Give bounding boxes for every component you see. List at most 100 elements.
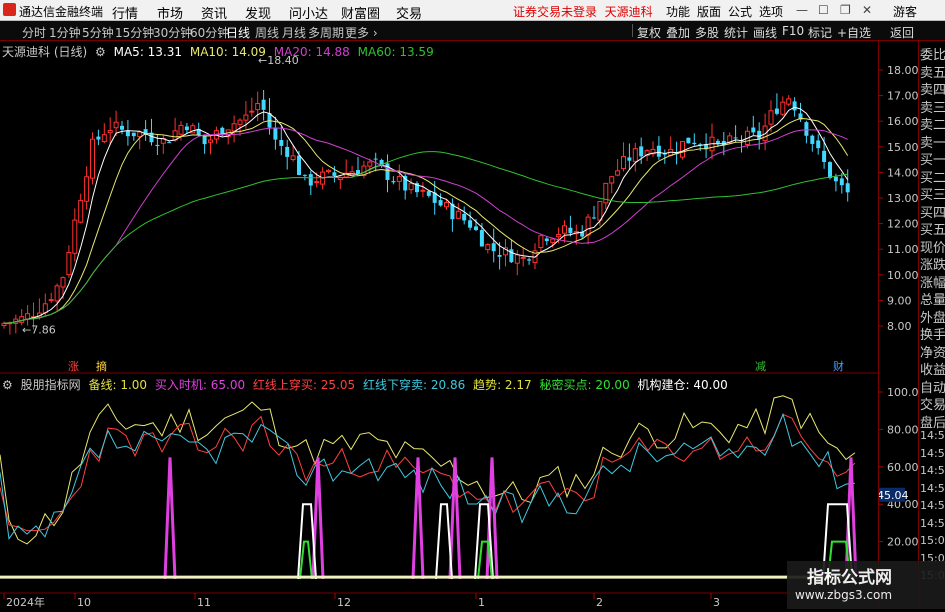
sidebar-item[interactable]: 涨幅	[920, 272, 945, 291]
sidebar-item[interactable]: 卖一	[920, 132, 945, 151]
param-red-up: 红线上穿买: 25.05	[252, 378, 356, 392]
settings-icon[interactable]: ⚙	[95, 45, 106, 59]
candle-body	[137, 131, 143, 138]
sidebar-item[interactable]: 收益	[920, 359, 945, 378]
sidebar-item[interactable]: 14:56	[920, 464, 945, 477]
period-weekly[interactable]: 周线	[255, 24, 279, 41]
sidebar-item[interactable]: 卖四	[920, 79, 945, 98]
sidebar-item[interactable]: 14:56	[920, 447, 945, 460]
period-monthly[interactable]: 月线	[282, 24, 306, 41]
candle-body	[356, 170, 360, 174]
event-marker[interactable]: 减	[755, 360, 766, 373]
sidebar-item[interactable]: 14:57	[920, 517, 945, 530]
guest-user[interactable]: 游客	[893, 3, 917, 20]
param-backup: 备线: 1.00	[88, 378, 148, 392]
candle-body	[231, 123, 237, 132]
tool-mark[interactable]: 标记	[808, 24, 832, 41]
sidebar-item[interactable]: 卖五	[920, 62, 945, 81]
candle-body	[273, 128, 278, 140]
candle-body	[621, 156, 626, 170]
tool-f10[interactable]: F10	[782, 24, 804, 38]
period-5min[interactable]: 5分钟	[82, 24, 114, 41]
sub-legend: ⚙ 股朋指标网 备线: 1.00 买入时机: 65.00 红线上穿买: 25.0…	[2, 376, 732, 393]
sidebar-item[interactable]: 换手	[920, 324, 945, 343]
price-tick-label: 13.00	[887, 192, 919, 205]
tool-multistock[interactable]: 多股	[695, 24, 719, 41]
tool-adjust[interactable]: 复权	[637, 24, 661, 41]
maximize-icon[interactable]: ☐	[818, 3, 829, 17]
sidebar-item[interactable]: 14:56	[920, 429, 945, 442]
date-label: 3	[713, 596, 720, 609]
menu-function[interactable]: 功能	[666, 3, 690, 20]
menu-formula[interactable]: 公式	[728, 3, 752, 20]
menu-discover[interactable]: 发现	[245, 3, 271, 22]
period-15min[interactable]: 15分钟	[115, 24, 154, 41]
minimize-icon[interactable]: —	[796, 3, 808, 17]
tool-back[interactable]: 返回	[890, 24, 914, 41]
period-daily[interactable]: 日线	[226, 24, 250, 41]
sidebar-item[interactable]: 涨跌	[920, 254, 945, 273]
menu-news[interactable]: 资讯	[201, 3, 227, 22]
kline-chart[interactable]: ←18.40←7.86涨摘减财2024年 10 11 12 1 2 3	[0, 41, 878, 609]
candle-body	[828, 162, 832, 178]
sidebar-item[interactable]: 15:00	[920, 534, 945, 547]
restore-icon[interactable]: ❐	[840, 3, 851, 17]
candle-body	[84, 176, 90, 202]
candle-body	[308, 174, 313, 186]
param-institution: 机构建仓: 40.00	[637, 378, 728, 392]
sidebar-item[interactable]: 外盘	[920, 307, 945, 326]
sidebar-item[interactable]: 买二	[920, 167, 945, 186]
sidebar-item[interactable]: 交易	[920, 394, 945, 413]
candle-body	[556, 234, 562, 238]
menu-options[interactable]: 选项	[759, 3, 783, 20]
sidebar-item[interactable]: 14:56	[920, 482, 945, 495]
tool-stats[interactable]: 统计	[724, 24, 748, 41]
sidebar-item[interactable]: 现价	[920, 237, 945, 256]
menu-quotes[interactable]: 行情	[112, 3, 138, 22]
candle-body	[609, 176, 615, 184]
menu-trade[interactable]: 交易	[396, 3, 422, 22]
indicator-settings-icon[interactable]: ⚙	[2, 378, 13, 392]
menu-ask[interactable]: 问小达	[289, 3, 328, 22]
param-trend: 趋势: 2.17	[473, 378, 532, 392]
sidebar-item[interactable]: 买四	[920, 202, 945, 221]
tool-add-watchlist[interactable]: +自选	[837, 24, 871, 41]
sidebar-item[interactable]: 委比	[920, 44, 945, 63]
login-status[interactable]: 证券交易未登录 天源迪科	[513, 3, 653, 20]
period-multi[interactable]: 多周期	[308, 24, 344, 41]
candle-body	[279, 140, 284, 146]
candle-body	[261, 99, 266, 110]
close-icon[interactable]: ✕	[862, 3, 872, 17]
tool-draw[interactable]: 画线	[753, 24, 777, 41]
sidebar-item[interactable]: 盘后	[920, 412, 945, 431]
menu-layout[interactable]: 版面	[697, 3, 721, 20]
period-more[interactable]: 更多 ›	[345, 24, 378, 41]
candle-body	[810, 135, 815, 144]
sidebar-item[interactable]: 总量	[920, 289, 945, 308]
candle-body	[66, 252, 72, 276]
sidebar-item[interactable]: 净资	[920, 342, 945, 361]
event-marker[interactable]: 摘	[96, 359, 107, 373]
candle-body	[367, 161, 373, 167]
candle-body	[733, 137, 738, 139]
sidebar-item[interactable]: 买五	[920, 219, 945, 238]
tool-overlay[interactable]: 叠加	[666, 24, 690, 41]
sidebar-item[interactable]: 14:56	[920, 499, 945, 512]
candle-body	[373, 158, 378, 160]
candle-body	[562, 225, 567, 234]
menu-wealth[interactable]: 财富圈	[341, 3, 380, 22]
period-60min[interactable]: 60分钟	[190, 24, 229, 41]
sidebar-item[interactable]: 买一	[920, 149, 945, 168]
candle-body	[520, 256, 526, 259]
event-marker[interactable]: 财	[833, 359, 844, 373]
chart-area[interactable]: ←18.40 ←7.86 涨摘减财 2024年 10 11 12 1 2 3	[0, 41, 878, 609]
sidebar-item[interactable]: 买三	[920, 184, 945, 203]
sidebar-item[interactable]: 卖三	[920, 97, 945, 116]
sidebar-item[interactable]: 卖二	[920, 114, 945, 133]
period-30min[interactable]: 30分钟	[153, 24, 192, 41]
period-timeshare[interactable]: 分时	[22, 24, 46, 41]
menu-market[interactable]: 市场	[157, 3, 183, 22]
period-1min[interactable]: 1分钟	[49, 24, 81, 41]
event-marker[interactable]: 涨	[68, 360, 79, 373]
sidebar-item[interactable]: 自动	[920, 377, 945, 396]
